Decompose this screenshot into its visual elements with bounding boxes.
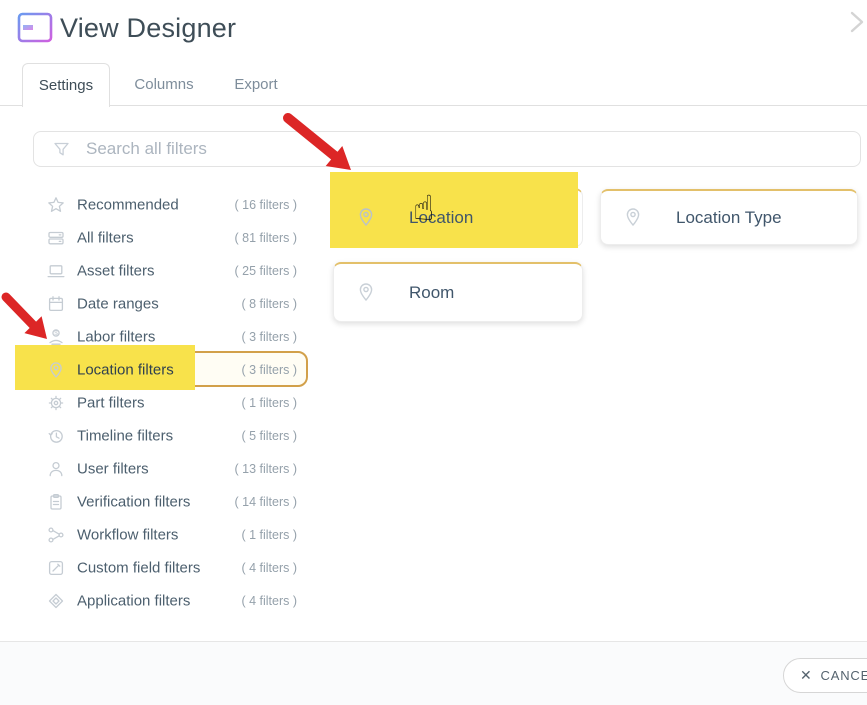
location-pin-icon: [623, 207, 643, 229]
tab-settings-label: Settings: [39, 77, 93, 94]
page-title: View Designer: [60, 13, 236, 44]
sidebar-item-count: ( 1 filters ): [241, 396, 297, 410]
sidebar-item-label: Recommended: [77, 196, 179, 213]
filter-card-location-type[interactable]: Location Type: [600, 189, 858, 245]
sidebar-item-count: ( 8 filters ): [241, 297, 297, 311]
star-icon: [47, 196, 65, 214]
tab-export-label: Export: [234, 76, 277, 93]
svg-text:$: $: [54, 330, 58, 337]
diamond-icon: [47, 592, 65, 610]
filter-card-label: Location Type: [676, 208, 782, 228]
location-pin-icon: [47, 361, 65, 379]
sidebar-item-count: ( 13 filters ): [234, 462, 297, 476]
sidebar-item-verification-filters[interactable]: Verification filters ( 14 filters ): [0, 485, 308, 518]
filter-funnel-icon: [53, 142, 70, 157]
sidebar-item-count: ( 14 filters ): [234, 495, 297, 509]
calendar-icon: [47, 295, 65, 313]
tab-export[interactable]: Export: [222, 63, 290, 105]
search-bar: [33, 131, 861, 167]
history-clock-icon: [47, 427, 65, 445]
view-designer-dialog: View Designer Settings Columns Export Re…: [0, 0, 867, 705]
sidebar-item-count: ( 25 filters ): [234, 264, 297, 278]
sidebar-item-all-filters[interactable]: All filters ( 81 filters ): [0, 221, 308, 254]
cancel-button[interactable]: ✕ CANCEL: [783, 658, 867, 693]
sidebar-item-recommended[interactable]: Recommended ( 16 filters ): [0, 188, 308, 221]
server-rows-icon: [47, 229, 65, 247]
sidebar-item-application-filters[interactable]: Application filters ( 4 filters ): [0, 584, 308, 617]
sidebar-item-label: User filters: [77, 460, 149, 477]
view-designer-window-icon: [17, 11, 53, 50]
sidebar-item-label: Part filters: [77, 394, 145, 411]
sidebar-item-part-filters[interactable]: Part filters ( 1 filters ): [0, 386, 308, 419]
cursor-hand-icon: ☝: [413, 192, 434, 227]
sidebar-item-custom-field-filters[interactable]: Custom field filters ( 4 filters ): [0, 551, 308, 584]
labor-hand-dollar-icon: $: [47, 328, 65, 346]
sidebar-item-count: ( 81 filters ): [234, 231, 297, 245]
tab-columns[interactable]: Columns: [120, 63, 208, 105]
sidebar-item-label: Date ranges: [77, 295, 159, 312]
filter-category-list: Recommended ( 16 filters ) All filters (…: [0, 188, 308, 617]
filter-card-label: Room: [409, 283, 454, 303]
sidebar-item-label: Location filters: [77, 361, 174, 378]
sidebar-item-workflow-filters[interactable]: Workflow filters ( 1 filters ): [0, 518, 308, 551]
sidebar-item-label: Custom field filters: [77, 559, 200, 576]
laptop-icon: [47, 262, 65, 280]
filter-card-room[interactable]: Room: [333, 262, 583, 322]
sidebar-item-count: ( 3 filters ): [241, 363, 297, 377]
sidebar-item-count: ( 4 filters ): [241, 594, 297, 608]
close-x-icon: ✕: [800, 667, 813, 684]
sidebar-item-count: ( 1 filters ): [241, 528, 297, 542]
workflow-branch-icon: [47, 526, 65, 544]
sidebar-item-label: Asset filters: [77, 262, 155, 279]
sidebar-item-date-ranges[interactable]: Date ranges ( 8 filters ): [0, 287, 308, 320]
chevron-right-icon[interactable]: [852, 13, 862, 31]
sidebar-item-count: ( 16 filters ): [234, 198, 297, 212]
location-pin-icon: [356, 282, 376, 304]
tab-bar-divider: [0, 105, 867, 106]
sidebar-item-label: Timeline filters: [77, 427, 173, 444]
sidebar-item-label: Application filters: [77, 592, 190, 609]
location-pin-icon: [356, 207, 376, 229]
sidebar-item-user-filters[interactable]: User filters ( 13 filters ): [0, 452, 308, 485]
gear-icon: [47, 394, 65, 412]
sidebar-item-count: ( 3 filters ): [241, 330, 297, 344]
sidebar-item-asset-filters[interactable]: Asset filters ( 25 filters ): [0, 254, 308, 287]
clipboard-icon: [47, 493, 65, 511]
sidebar-item-count: ( 4 filters ): [241, 561, 297, 575]
tab-settings[interactable]: Settings: [22, 63, 110, 107]
cancel-button-label: CANCEL: [821, 668, 867, 683]
user-icon: [47, 460, 65, 478]
sidebar-item-label: Labor filters: [77, 328, 155, 345]
footer-bar: ✕ CANCEL: [0, 642, 867, 705]
sidebar-item-label: Verification filters: [77, 493, 190, 510]
filter-card-location[interactable]: Location: [333, 188, 583, 247]
tab-columns-label: Columns: [134, 76, 193, 93]
sidebar-item-label: Workflow filters: [77, 526, 178, 543]
search-input[interactable]: [84, 138, 860, 160]
sidebar-item-label: All filters: [77, 229, 134, 246]
pencil-square-icon: [47, 559, 65, 577]
sidebar-item-count: ( 5 filters ): [241, 429, 297, 443]
sidebar-item-timeline-filters[interactable]: Timeline filters ( 5 filters ): [0, 419, 308, 452]
